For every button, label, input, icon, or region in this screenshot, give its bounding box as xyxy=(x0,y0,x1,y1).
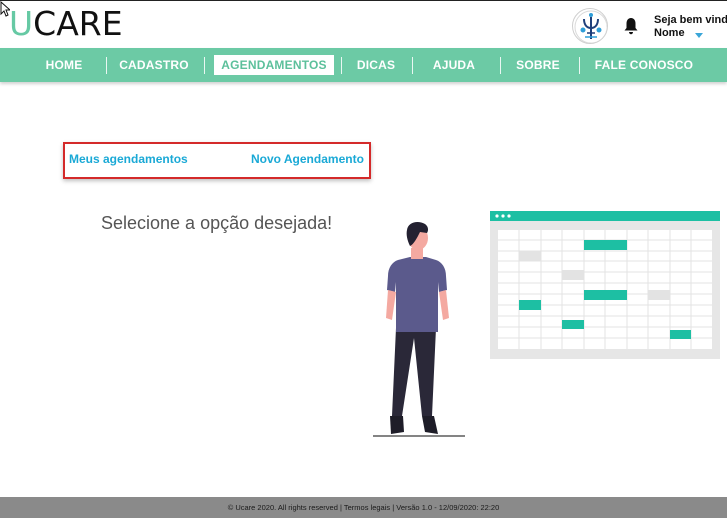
nav-separator xyxy=(500,57,501,74)
bell-icon[interactable] xyxy=(623,17,639,35)
nav-agendamentos[interactable]: AGENDAMENTOS xyxy=(212,48,336,82)
nav-separator xyxy=(106,57,107,74)
appointment-options: Meus agendamentos Novo Agendamento xyxy=(63,142,371,179)
new-appointment-link[interactable]: Novo Agendamento xyxy=(251,152,364,166)
nav-separator xyxy=(412,57,413,74)
main-nav: HOME CADASTRO AGENDAMENTOS DICAS AJUDA S… xyxy=(0,48,727,82)
nav-dicas[interactable]: DICAS xyxy=(346,48,406,82)
select-option-prompt: Selecione a opção desejada! xyxy=(101,213,333,233)
caret-down-icon[interactable] xyxy=(694,32,703,38)
person-illustration xyxy=(373,222,465,437)
user-menu[interactable]: Seja bem vindo, Nome xyxy=(654,14,727,40)
footer: © Ucare 2020. All rights reserved | Term… xyxy=(0,497,727,518)
nav-sobre[interactable]: SOBRE xyxy=(506,48,570,82)
header: UCARE Seja bem vindo, Nome xyxy=(0,0,727,48)
nav-separator xyxy=(579,57,580,74)
nav-ajuda[interactable]: AJUDA xyxy=(420,48,488,82)
user-name: Nome xyxy=(654,27,685,39)
nav-separator xyxy=(204,57,205,74)
footer-text: © Ucare 2020. All rights reserved | Term… xyxy=(227,503,500,512)
my-appointments-link[interactable]: Meus agendamentos xyxy=(69,152,188,166)
welcome-text: Seja bem vindo, xyxy=(654,14,727,26)
ucare-logo[interactable]: UCARE xyxy=(9,5,123,43)
calendar-illustration xyxy=(490,211,720,359)
nav-cadastro[interactable]: CADASTRO xyxy=(112,48,196,82)
nav-separator xyxy=(341,57,342,74)
nav-fale-conosco[interactable]: FALE CONOSCO xyxy=(586,48,702,82)
nav-home[interactable]: HOME xyxy=(30,48,98,82)
university-emblem-icon xyxy=(572,8,608,44)
